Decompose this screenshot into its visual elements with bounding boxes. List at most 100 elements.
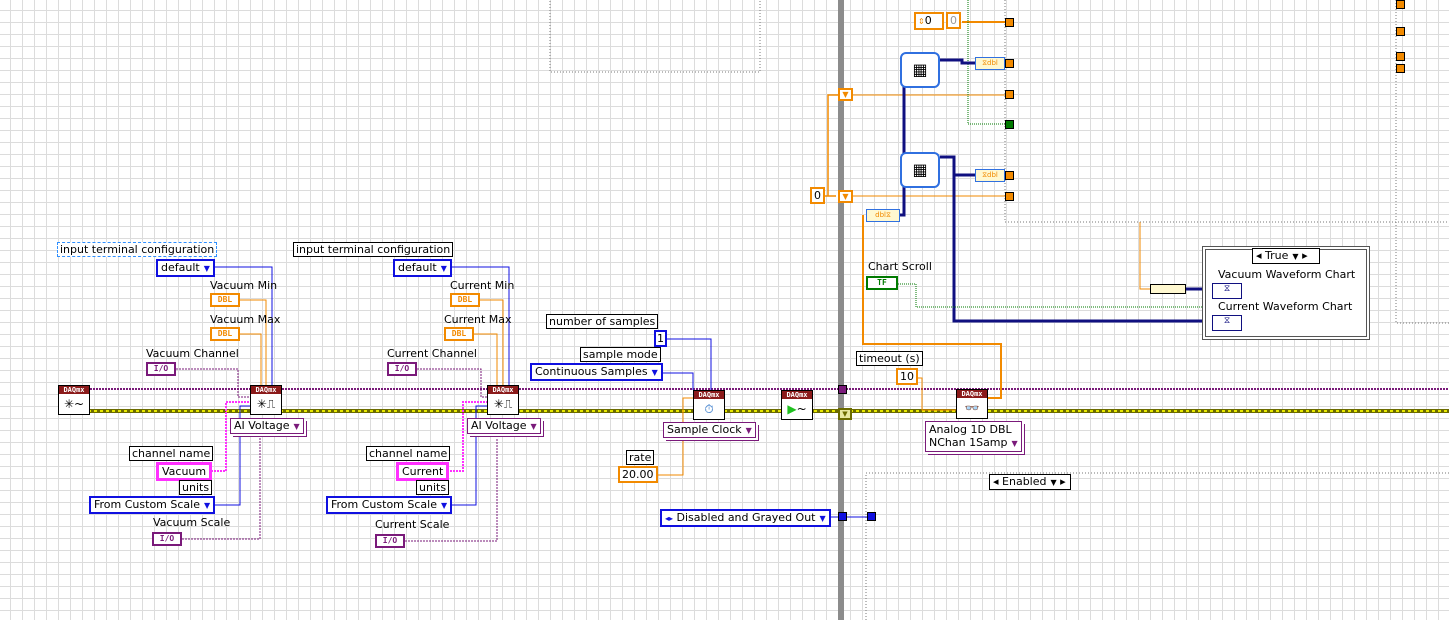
vacuum-max-control[interactable]: DBL [210,327,240,341]
rate-label: rate [626,450,655,465]
current-max-control[interactable]: DBL [444,327,474,341]
current-name-constant[interactable]: Current [396,462,450,481]
read-mode-ring[interactable]: Analog 1D DBL NChan 1Samp ▼ [925,421,1022,452]
dropdown-arrow-icon: ▼ [1050,478,1057,487]
channel-type-ring-1[interactable]: AI Voltage ▼ [230,418,304,434]
vacuum-chart-terminal[interactable]: ⧖ [1212,283,1242,299]
daqmx-start-task-node[interactable]: DAQmx ▶~ [781,390,813,420]
shift-register-top[interactable]: ▼ [838,88,853,101]
dropdown-arrow-icon: ▼ [651,368,658,377]
waveform-to-dbl-node-2[interactable]: ⧖dbl [975,169,1005,182]
vacuum-min-control[interactable]: DBL [210,293,240,307]
tunnel [1005,192,1014,201]
current-scale-control[interactable]: I/O [375,534,405,548]
dropdown-arrow-icon: ▼ [1292,252,1299,261]
channel-type-ring-2[interactable]: AI Voltage ▼ [467,418,541,434]
daqmx-create-channel-node-2[interactable]: DAQmx ✳⎍ [487,385,519,415]
current-min-label: Current Min [450,279,515,292]
current-max-label: Current Max [444,313,512,326]
vacuum-scale-control[interactable]: I/O [152,532,182,546]
daqmx-timing-node[interactable]: DAQmx ⏱ [693,390,725,420]
init-constant[interactable]: 0 [810,187,825,204]
units-ring-2[interactable]: From Custom Scale ▼ [326,496,453,514]
vacuum-channel-label: Vacuum Channel [146,347,239,360]
tunnel [1005,18,1014,27]
number-of-samples-constant[interactable]: 1 [654,330,667,347]
terminal-config-label-1: input terminal configuration [57,242,218,257]
counter-control[interactable]: ⇕0 [914,12,944,30]
increment-arrow-icon[interactable]: ▸ [1302,249,1308,262]
index-array-node-1[interactable]: ▦ [900,52,940,88]
vacuum-name-constant[interactable]: Vacuum [156,462,213,481]
terminal-config-label-2: input terminal configuration [293,242,454,257]
timeout-label: timeout (s) [856,351,923,366]
channel-name-label-2: channel name [366,446,451,461]
clock-icon: ⏱ [704,402,714,416]
tunnel [1396,27,1405,36]
dropdown-arrow-icon: ▼ [203,501,211,510]
units-ring-1[interactable]: From Custom Scale ▼ [89,496,216,514]
terminal-config-ring-1[interactable]: default ▼ [156,259,215,277]
channel-name-label-1: channel name [129,446,214,461]
chart-scroll-control[interactable]: TF [866,276,898,290]
tunnel [1396,52,1405,61]
dbl-to-waveform-node[interactable]: dbl⧖ [866,209,900,222]
terminal-config-ring-2[interactable]: default ▼ [393,259,452,277]
decrement-arrow-icon[interactable]: ◂ [993,475,999,488]
disabled-state-ring[interactable]: ◂▸ Disabled and Grayed Out ▼ [660,509,831,527]
create-task-icon: ✳~ [63,397,85,411]
read-glasses-icon: 👓 [964,401,980,415]
dropdown-arrow-icon: ▼ [440,501,448,510]
timeout-constant[interactable]: 10 [896,368,918,385]
daqmx-create-channel-node-1[interactable]: DAQmx ✳⎍ [250,385,282,415]
current-scale-label: Current Scale [375,518,450,531]
daqmx-create-task-node[interactable]: DAQmx ✳~ [58,385,90,415]
current-channel-label: Current Channel [387,347,477,360]
bundle-node[interactable] [1150,284,1186,294]
waveform-to-dbl-node-1[interactable]: ⧖dbl [975,57,1005,70]
vacuum-channel-control[interactable]: I/O [146,362,176,376]
sample-mode-label: sample mode [580,347,661,362]
sample-clock-ring[interactable]: Sample Clock ▼ [663,422,756,438]
dropdown-arrow-icon: ▼ [203,264,210,273]
vacuum-max-label: Vacuum Max [210,313,281,326]
current-min-control[interactable]: DBL [450,293,480,307]
vacuum-min-label: Vacuum Min [210,279,278,292]
shift-register-bottom[interactable]: ▼ [838,190,853,203]
error-shift-register[interactable]: ▼ [838,408,852,420]
increment-arrows-icon: ◂▸ [665,514,674,523]
sample-mode-ring[interactable]: Continuous Samples ▼ [530,363,663,381]
tunnel [1005,90,1014,99]
chart-scroll-label: Chart Scroll [868,260,932,273]
dropdown-arrow-icon: ▼ [1011,439,1018,448]
case-selector[interactable]: ◂ True ▼ ▸ [1252,248,1320,264]
tunnel [867,512,876,521]
tunnel [1005,120,1014,129]
current-channel-control[interactable]: I/O [387,362,417,376]
index-array-node-2[interactable]: ▦ [900,152,940,188]
tunnel [1396,64,1405,73]
dropdown-arrow-icon: ▼ [745,426,752,435]
tunnel [1005,59,1014,68]
tunnel [1396,0,1405,9]
create-channel-icon: ✳⎍ [493,397,513,411]
increment-arrows-icon: ⇕ [918,17,925,26]
create-channel-icon: ✳⎍ [256,397,276,411]
dropdown-arrow-icon: ▼ [293,422,300,431]
daqmx-read-node[interactable]: DAQmx 👓 [956,389,988,419]
dropdown-arrow-icon: ▼ [440,264,447,273]
tunnel [1005,171,1014,180]
disable-structure-selector[interactable]: ◂ Enabled ▼ ▸ [989,474,1071,490]
current-chart-label: Current Waveform Chart [1218,300,1353,313]
decrement-arrow-icon[interactable]: ◂ [1256,249,1262,262]
units-label-1: units [179,480,213,495]
dropdown-arrow-icon: ▼ [819,514,826,523]
vacuum-chart-label: Vacuum Waveform Chart [1218,268,1356,281]
current-chart-terminal[interactable]: ⧖ [1212,315,1242,331]
increment-arrow-icon[interactable]: ▸ [1060,475,1066,488]
start-icon: ▶~ [787,402,807,416]
vacuum-scale-label: Vacuum Scale [153,516,231,529]
number-of-samples-label: number of samples [546,314,659,329]
task-tunnel [838,385,847,394]
rate-constant[interactable]: 20.00 [618,466,658,483]
